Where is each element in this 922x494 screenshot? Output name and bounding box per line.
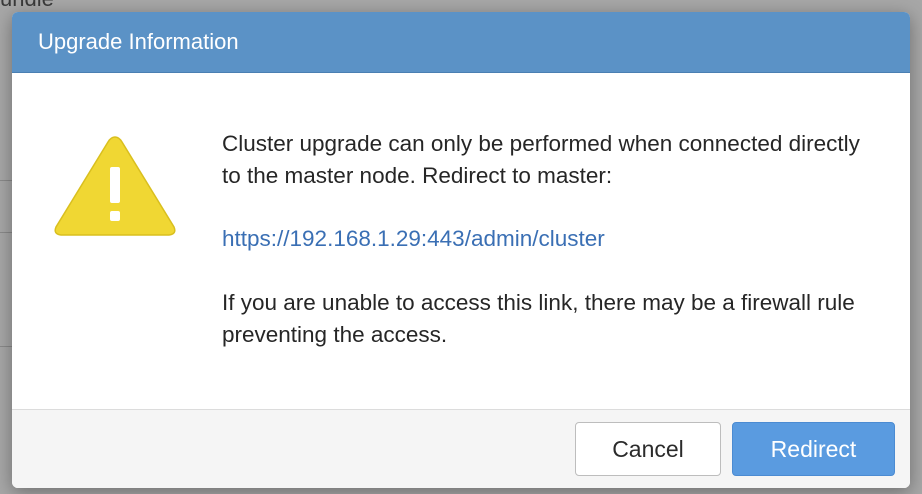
dialog-body: Cluster upgrade can only be performed wh… (12, 73, 910, 409)
background-partial-text: undle (0, 0, 54, 12)
redirect-button[interactable]: Redirect (732, 422, 895, 476)
background-divider (0, 232, 12, 233)
dialog-message: Cluster upgrade can only be performed wh… (222, 131, 860, 188)
redirect-link[interactable]: https://192.168.1.29:443/admin/cluster (222, 223, 605, 255)
dialog-header: Upgrade Information (12, 12, 910, 73)
warning-triangle-icon (54, 136, 176, 236)
cancel-button[interactable]: Cancel (575, 422, 721, 476)
background-divider (0, 346, 12, 347)
background-divider (0, 180, 12, 181)
upgrade-info-dialog: Upgrade Information Cluster upgrade can … (12, 12, 910, 488)
dialog-message-block: Cluster upgrade can only be performed wh… (222, 128, 872, 351)
dialog-footer: Cancel Redirect (12, 409, 910, 488)
dialog-note: If you are unable to access this link, t… (222, 290, 855, 347)
dialog-title: Upgrade Information (38, 29, 239, 54)
